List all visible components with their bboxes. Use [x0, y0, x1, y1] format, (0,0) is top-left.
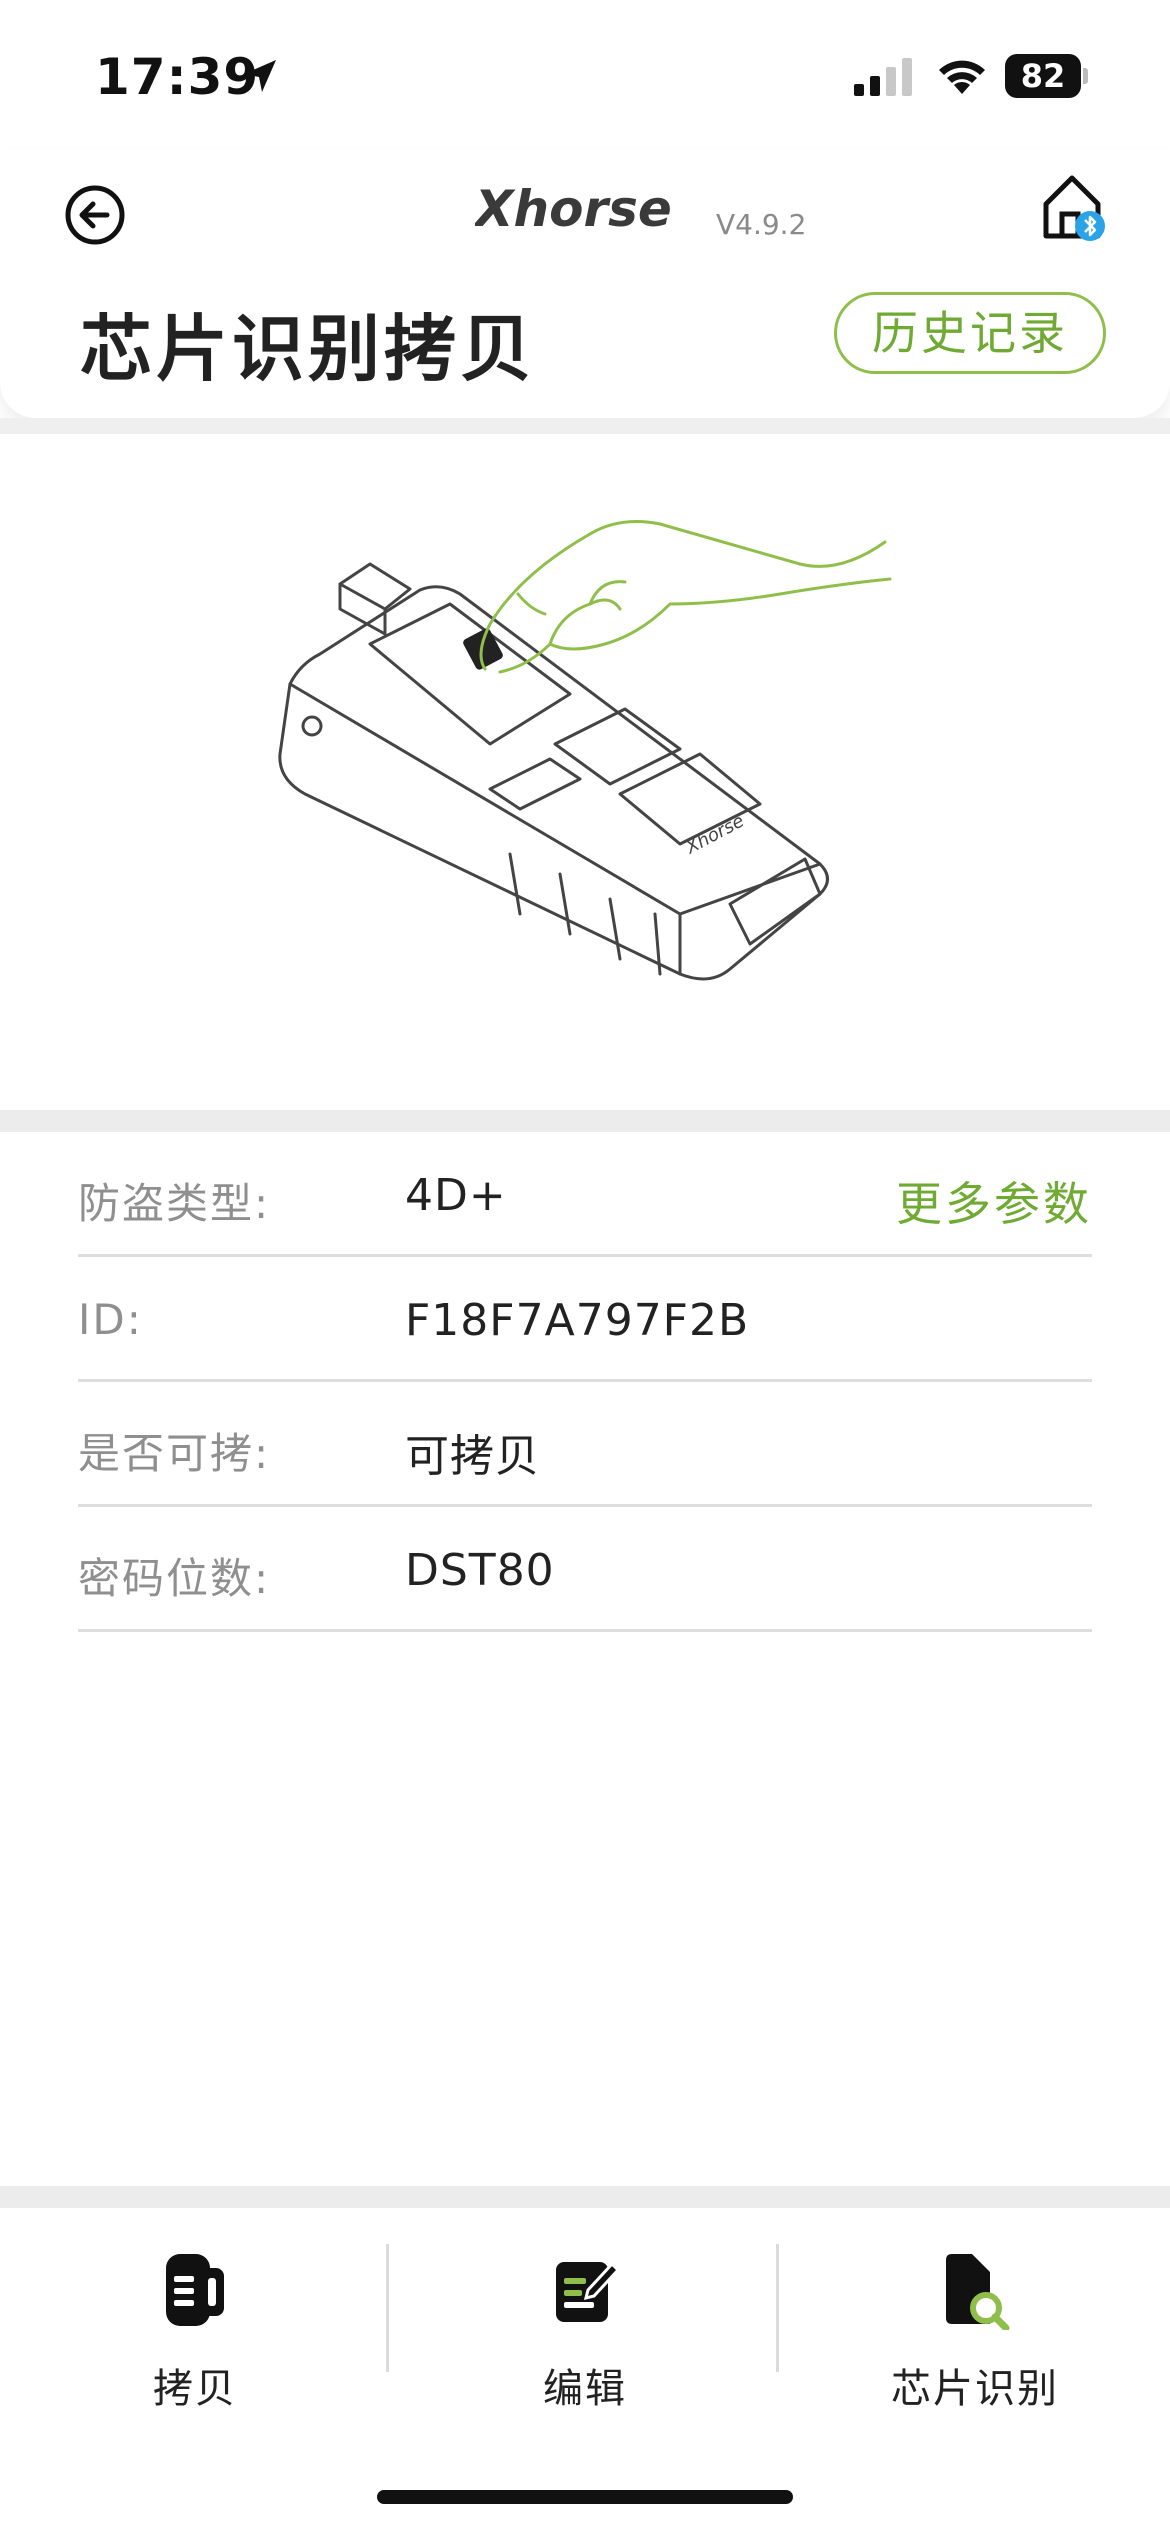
info-label: 密码位数: — [78, 1554, 271, 1603]
device-brand-mark: Xhorse — [682, 810, 748, 858]
battery-level: 82 — [1020, 57, 1066, 95]
chip-info-list: 防盗类型: 4D+ 更多参数 ID: F18F7A797F2B 是否可拷: 可拷… — [78, 1132, 1092, 1632]
battery-indicator: 82 — [1005, 54, 1088, 98]
tab-label: 拷贝 — [153, 2366, 237, 2412]
info-value: 可拷贝 — [405, 1431, 540, 1482]
info-row-type: 防盗类型: 4D+ 更多参数 — [78, 1132, 1092, 1257]
more-params-link[interactable]: 更多参数 — [896, 1168, 1092, 1234]
info-label: 是否可拷: — [78, 1429, 271, 1478]
wifi-icon — [939, 60, 985, 94]
tab-chip-identify[interactable]: 芯片识别 — [780, 2208, 1170, 2438]
divider-band — [0, 1110, 1170, 1132]
tab-divider — [386, 2244, 389, 2372]
device-illustration: Xhorse — [0, 434, 1170, 1110]
brand-logo-text: Xhorse — [475, 180, 672, 238]
history-button[interactable]: 历史记录 — [834, 292, 1106, 374]
app-version: V4.9.2 — [716, 208, 807, 241]
info-row-copyable: 是否可拷: 可拷贝 — [78, 1382, 1092, 1507]
status-time: 17:39 — [95, 48, 260, 106]
location-arrow-icon — [244, 60, 276, 92]
info-value: F18F7A797F2B — [405, 1295, 750, 1346]
header: Xhorse V4.9.2 芯片识别拷贝 历史记录 — [0, 150, 1170, 418]
bluetooth-home-icon[interactable] — [1040, 170, 1108, 244]
divider-band — [0, 2186, 1170, 2208]
car-key-icon — [166, 2254, 224, 2326]
info-row-id: ID: F18F7A797F2B — [78, 1257, 1092, 1382]
tab-edit[interactable]: 编辑 — [390, 2208, 780, 2438]
back-arrow-icon[interactable] — [60, 180, 130, 250]
info-value: 4D+ — [405, 1170, 507, 1221]
divider-band — [0, 418, 1170, 434]
edit-icon — [556, 2261, 620, 2322]
info-value: DST80 — [405, 1545, 555, 1596]
info-row-crypto: 密码位数: DST80 — [78, 1507, 1092, 1632]
tab-copy[interactable]: 拷贝 — [0, 2208, 390, 2438]
tab-divider — [776, 2244, 779, 2372]
info-label: 防盗类型: — [78, 1179, 271, 1228]
tab-label: 芯片识别 — [891, 2366, 1059, 2412]
status-bar: 17:39 82 — [0, 0, 1170, 150]
cellular-signal-icon — [854, 58, 912, 96]
home-indicator — [377, 2490, 793, 2504]
xhorse-logo: Xhorse — [475, 180, 672, 238]
page-title: 芯片识别拷贝 — [80, 307, 537, 391]
tab-label: 编辑 — [543, 2366, 627, 2412]
info-label: ID: — [78, 1295, 143, 1344]
bottom-tab-bar: 拷贝 编辑 芯片识别 — [0, 2208, 1170, 2532]
chip-search-icon — [946, 2254, 1010, 2330]
key-programmer-drawing: Xhorse — [278, 520, 892, 981]
